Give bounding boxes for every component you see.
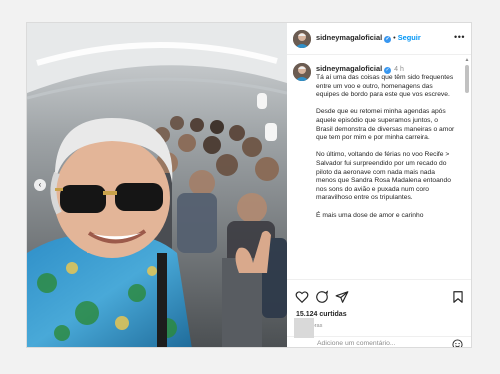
follow-button[interactable]: Seguir (398, 33, 421, 42)
caption-author-avatar[interactable] (293, 63, 311, 81)
header-separator: • (393, 33, 396, 42)
caption-time: 4 h (394, 66, 404, 73)
caption-paragraph: Tá aí uma das coisas que têm sido freque… (316, 74, 454, 99)
likes-count[interactable]: 15.124 curtidas (296, 311, 347, 318)
share-icon[interactable] (335, 290, 349, 304)
post-header: sidneymagaloficial ✓ • Seguir ••• (287, 23, 471, 55)
scroll-up-icon[interactable]: ▲ (464, 57, 470, 63)
comment-avatar-placeholder (294, 318, 314, 338)
post-photo-image (27, 23, 287, 347)
post-photo[interactable]: ‹ (27, 23, 287, 347)
bookmark-icon[interactable] (451, 290, 465, 304)
post-actions: 15.124 curtidas há 4 horas Adicione um c… (287, 279, 471, 348)
caption-paragraph: Desde que eu retomei minha agendas após … (316, 108, 455, 142)
caption-scrollbar[interactable]: ▲ (464, 57, 470, 277)
comment-input[interactable]: Adicione um comentário... (317, 340, 396, 347)
verified-icon: ✓ (384, 36, 392, 43)
caption-paragraph: É mais uma dose de amor e carinho (316, 211, 424, 219)
caption-area[interactable]: sidneymagaloficial ✓ 4 h Tá aí uma das coi… (287, 55, 471, 279)
author-avatar[interactable] (293, 30, 311, 48)
emoji-icon[interactable] (452, 339, 463, 348)
scroll-thumb[interactable] (465, 65, 469, 93)
caption-username[interactable]: sidneymagaloficial (316, 64, 382, 73)
caption-text: Tá aí uma das coisas que têm sido freque… (316, 74, 456, 229)
caption-header: sidneymagaloficial ✓ 4 h (316, 64, 404, 74)
verified-icon: ✓ (384, 67, 392, 74)
heart-icon[interactable] (295, 290, 309, 304)
post-details-panel: sidneymagaloficial ✓ • Seguir ••• sidneymag… (287, 23, 471, 348)
author-username[interactable]: sidneymagaloficial (316, 33, 382, 42)
instagram-post-card: ‹ sidneymagaloficial ✓ • Seguir ••• sidneym… (26, 22, 472, 348)
caption-paragraph: No último, voltando de férias no voo Rec… (316, 151, 451, 202)
comment-row: Adicione um comentário... (287, 336, 471, 348)
previous-photo-button[interactable]: ‹ (34, 179, 46, 191)
screenshot-frame: ‹ sidneymagaloficial ✓ • Seguir ••• sidneym… (0, 0, 500, 374)
action-icons (295, 290, 465, 304)
author-header-line: sidneymagaloficial ✓ • Seguir (316, 33, 421, 43)
more-options-icon[interactable]: ••• (454, 32, 465, 42)
comment-icon[interactable] (315, 290, 329, 304)
